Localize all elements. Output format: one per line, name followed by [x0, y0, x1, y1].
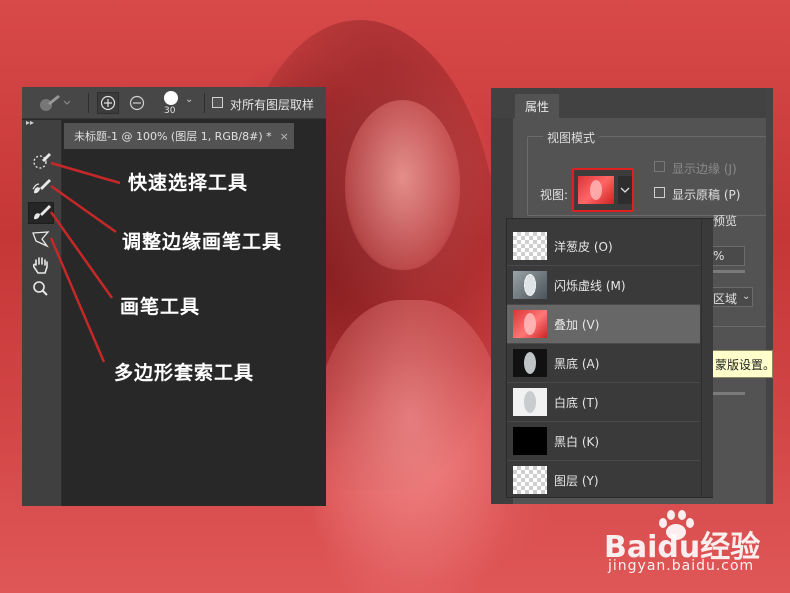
view-mode-dropdown: 洋葱皮 (O) 闪烁虚线 (M) 叠加 (V) 黑底 (A) 白底 (T) 黑白…: [506, 218, 713, 498]
marching-ants-thumbnail: [513, 271, 547, 299]
view-label: 视图:: [540, 188, 569, 202]
slider-track[interactable]: [713, 270, 745, 273]
show-edge-label: 显示边缘 (J): [672, 162, 737, 176]
percent-label-partial: %: [713, 249, 725, 263]
dropdown-item-on-black[interactable]: 黑底 (A): [507, 344, 700, 383]
slider-track[interactable]: [713, 392, 745, 395]
chevron-down-icon: ⌄: [742, 291, 751, 302]
dropdown-item-marching-ants[interactable]: 闪烁虚线 (M): [507, 266, 700, 305]
dropdown-item-label: 黑底 (A): [554, 357, 600, 371]
view-mode-select[interactable]: [572, 168, 634, 212]
label-polygonal-lasso-tool: 多边形套索工具: [114, 362, 255, 384]
arrow-polygonal-lasso: [49, 237, 106, 363]
on-black-thumbnail: [513, 349, 547, 377]
label-refine-edge-brush-tool: 调整边缘画笔工具: [122, 231, 283, 253]
dropdown-item-onion-skin[interactable]: 洋葱皮 (O): [507, 227, 700, 266]
region-select[interactable]: 区域 ⌄: [711, 287, 753, 307]
label-quick-selection-tool: 快速选择工具: [128, 172, 249, 194]
dropdown-item-label: 叠加 (V): [554, 318, 600, 332]
show-original-checkbox[interactable]: [654, 187, 665, 198]
watermark-url: jingyan.baidu.com: [608, 558, 755, 574]
dropdown-item-on-layers[interactable]: 图层 (Y): [507, 461, 700, 500]
arrow-brush: [49, 211, 114, 299]
black-white-thumbnail: [513, 427, 547, 455]
tooltip: 蒙版设置。: [712, 350, 773, 378]
show-original-label: 显示原稿 (P): [672, 188, 741, 202]
overlay-thumbnail: [513, 310, 547, 338]
view-mode-title: 视图模式: [543, 129, 600, 146]
on-layers-thumbnail: [513, 466, 547, 494]
show-edge-checkbox[interactable]: [654, 161, 665, 172]
dropdown-item-label: 白底 (T): [554, 396, 599, 410]
dropdown-item-label: 黑白 (K): [554, 435, 600, 449]
properties-header: 属性: [491, 88, 773, 118]
divider: [713, 326, 767, 327]
region-label-partial: 区域: [713, 292, 738, 306]
dropdown-item-overlay[interactable]: 叠加 (V): [507, 305, 700, 344]
onion-skin-thumbnail: [513, 232, 547, 260]
panel-scrollbar[interactable]: [766, 88, 773, 504]
tooltip-text: 蒙版设置。: [715, 357, 773, 372]
watermark: Baidu经验 jingyan.baidu.com: [604, 508, 760, 586]
preview-label-partial: 预览: [713, 214, 738, 228]
radius-field[interactable]: %: [711, 246, 745, 266]
dropdown-item-black-white[interactable]: 黑白 (K): [507, 422, 700, 461]
dropdown-item-on-white[interactable]: 白底 (T): [507, 383, 700, 422]
chevron-down-icon: [618, 176, 632, 204]
dropdown-item-label: 洋葱皮 (O): [554, 240, 613, 254]
dropdown-item-label: 图层 (Y): [554, 474, 599, 488]
dropdown-scrollbar[interactable]: [701, 219, 713, 497]
dropdown-item-label: 闪烁虚线 (M): [554, 279, 626, 293]
arrow-quick-selection: [50, 161, 121, 185]
on-white-thumbnail: [513, 388, 547, 416]
view-thumbnail: [578, 176, 614, 204]
label-brush-tool: 画笔工具: [120, 296, 201, 318]
thumbnail-figure: [590, 180, 602, 200]
tab-properties[interactable]: 属性: [515, 94, 559, 118]
